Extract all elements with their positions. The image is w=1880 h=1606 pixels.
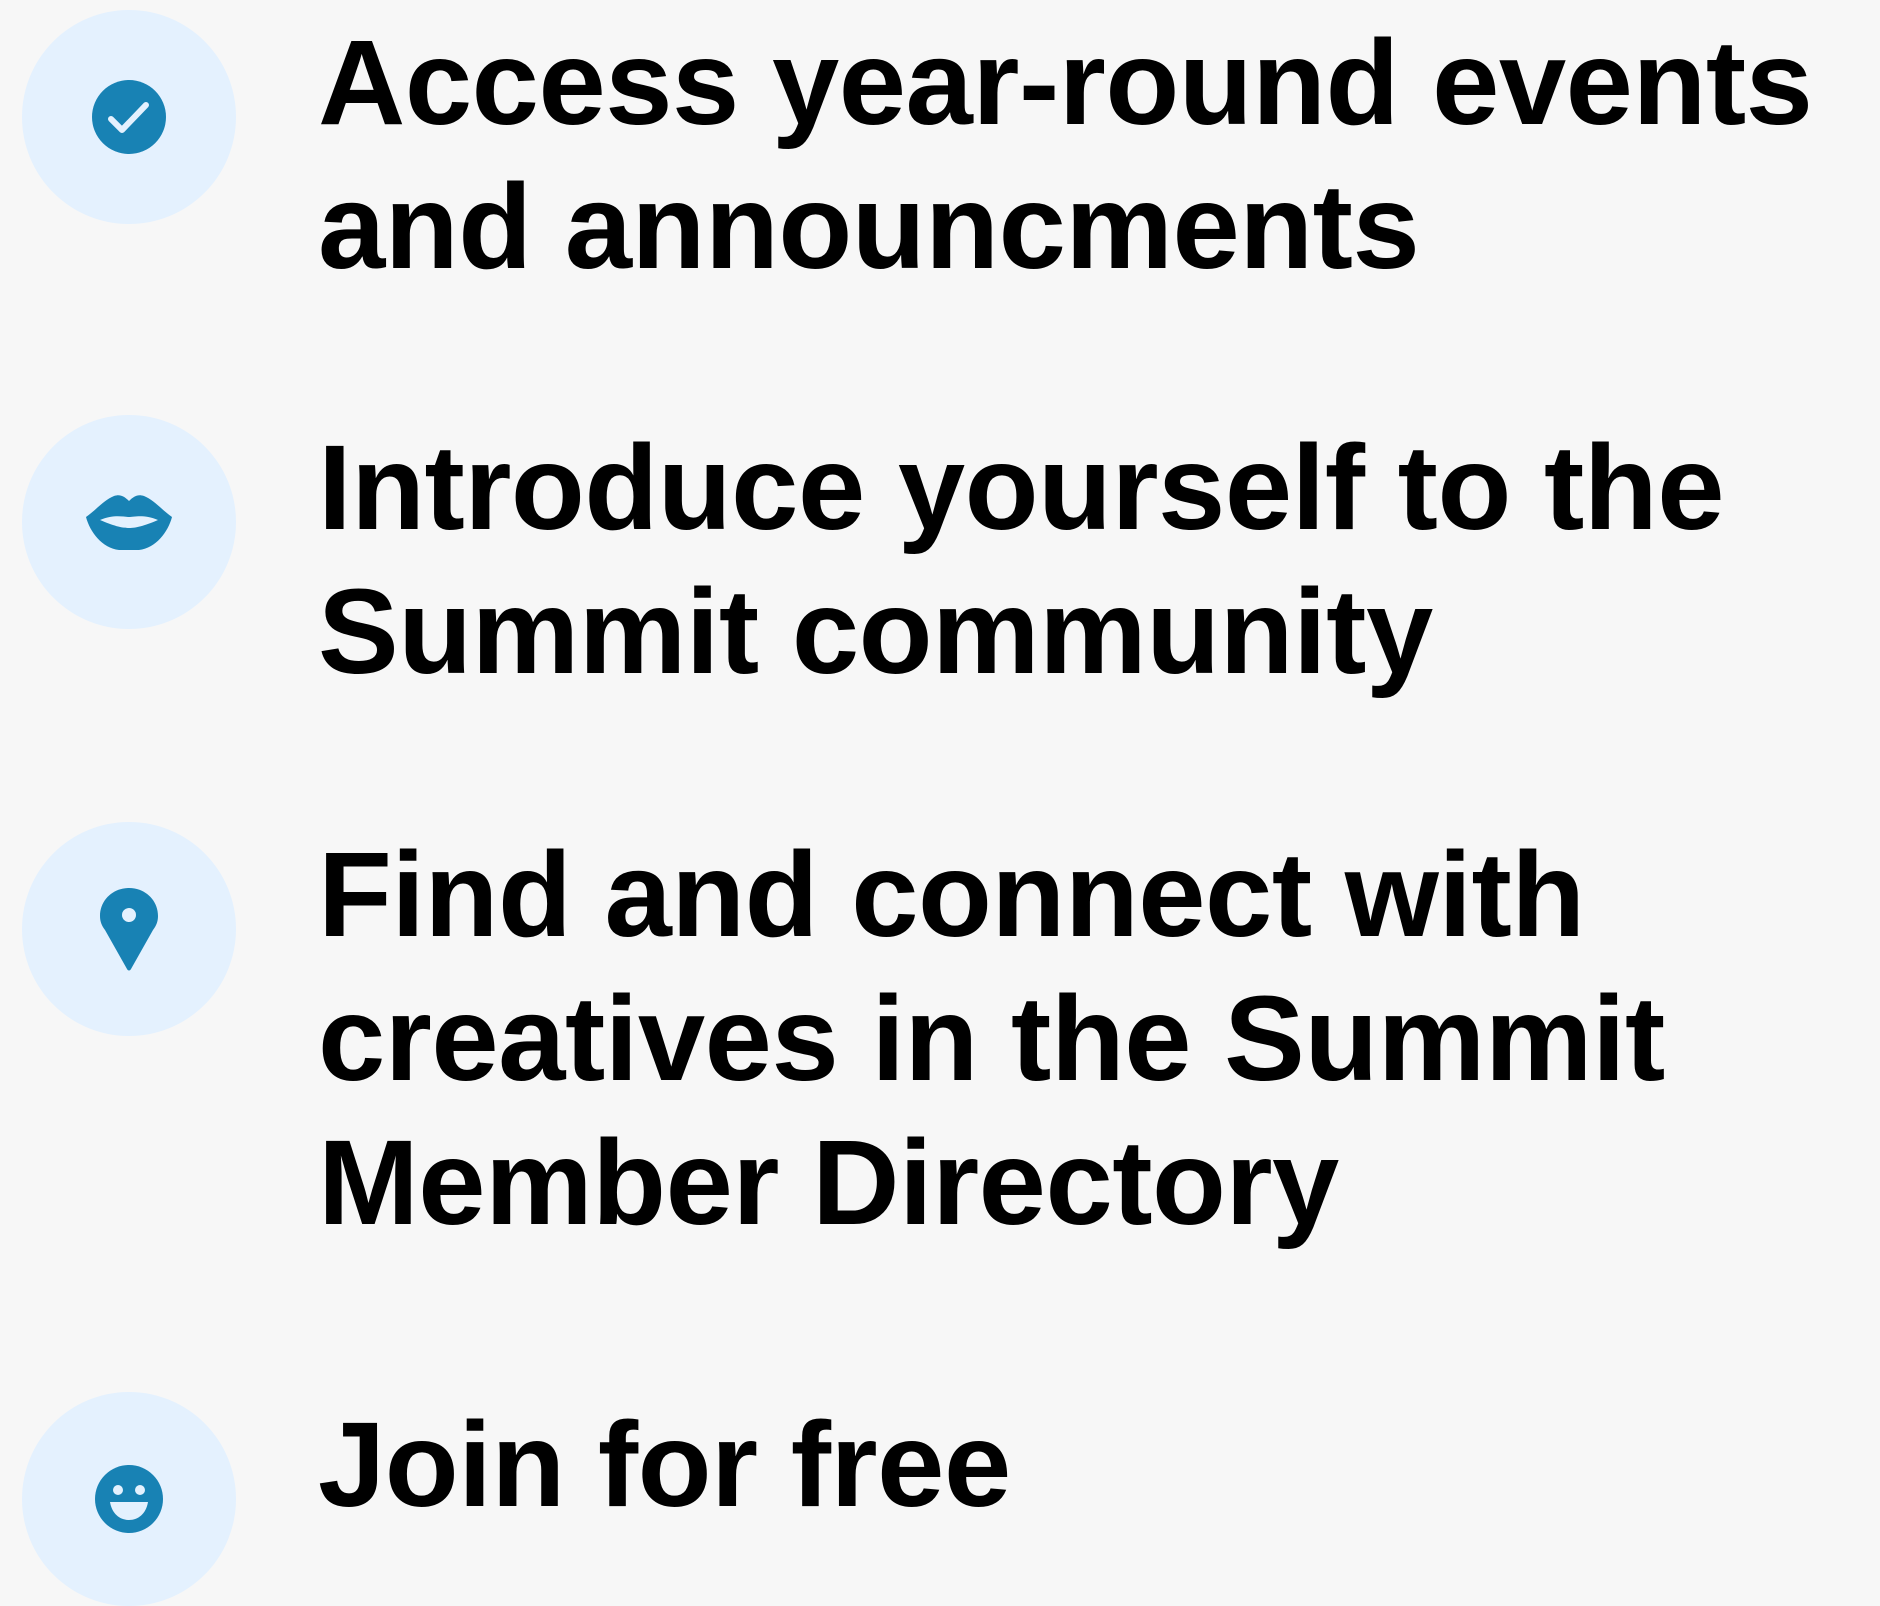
feature-title-line: Find and connect with (318, 826, 1585, 962)
feature-title-line: Join for free (318, 1396, 1011, 1532)
lips-icon (86, 495, 172, 550)
feature-title: Introduce yourself to the Summit communi… (318, 415, 1868, 703)
icon-badge (22, 822, 236, 1036)
feature-title-line: Summit community (318, 563, 1433, 699)
icon-badge (22, 415, 236, 629)
feature-title: Access year-round events and announcment… (318, 10, 1868, 298)
feature-title-line: Access year-round events (318, 14, 1813, 150)
icon-badge (22, 10, 236, 224)
icon-badge (22, 1392, 236, 1606)
feature-title-line: Introduce yourself to the (318, 419, 1725, 555)
feature-title-line: Member Directory (318, 1114, 1339, 1250)
feature-title: Find and connect with creatives in the S… (318, 822, 1868, 1254)
smiley-face-icon (95, 1465, 163, 1533)
feature-title: Join for free (318, 1392, 1868, 1536)
feature-title-line: creatives in the Summit (318, 970, 1665, 1106)
check-circle-icon (92, 80, 166, 154)
map-pin-icon (100, 888, 158, 971)
feature-title-line: and announcments (318, 158, 1420, 294)
feature-list: Access year-round events and announcment… (0, 0, 1880, 1606)
